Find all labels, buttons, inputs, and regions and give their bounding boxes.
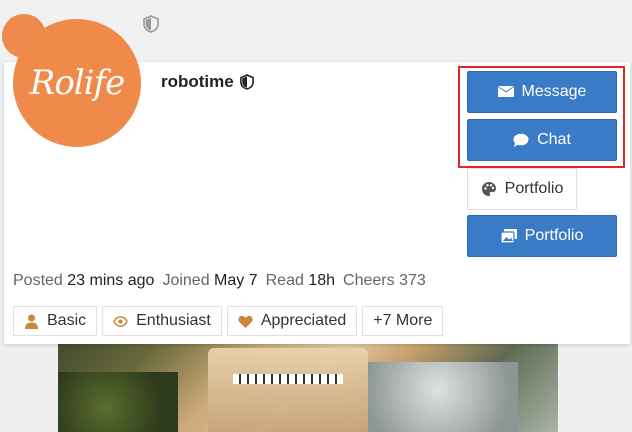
username[interactable]: robotime	[161, 72, 254, 92]
chat-button-label: Chat	[537, 131, 571, 148]
avatar[interactable]: Rolife	[13, 19, 141, 147]
stat-joined: Joined May 7	[162, 272, 258, 289]
avatar-logo-text: Rolife	[29, 63, 126, 103]
portfolio-button-label: Portfolio	[524, 227, 584, 244]
stat-read: Read 18h	[265, 272, 336, 289]
portfolio-link[interactable]: Portfolio	[467, 168, 577, 210]
badge-basic[interactable]: Basic	[13, 306, 98, 336]
badge-more[interactable]: +7 More	[362, 306, 444, 336]
eye-icon	[113, 315, 129, 327]
badge-label: Appreciated	[260, 312, 347, 329]
stat-posted: Posted 23 mins ago	[13, 272, 155, 289]
badge-appreciated[interactable]: Appreciated	[226, 306, 358, 336]
username-text: robotime	[161, 72, 234, 91]
palette-icon	[481, 182, 496, 196]
user-stats: Posted 23 mins ago Joined May 7 Read 18h…	[13, 272, 426, 290]
badge-label: Enthusiast	[136, 312, 211, 329]
background-shield-icon	[143, 15, 159, 33]
message-button[interactable]: Message	[467, 71, 617, 113]
user-icon	[25, 314, 38, 329]
chat-bubble-icon	[513, 133, 529, 147]
portfolio-button[interactable]: Portfolio	[467, 215, 617, 257]
badge-list: Basic Enthusiast Appreciated +7 More	[13, 306, 444, 336]
shield-icon	[239, 74, 254, 90]
portfolio-link-label: Portfolio	[504, 180, 564, 197]
badge-label: Basic	[47, 312, 87, 329]
message-button-label: Message	[521, 83, 587, 100]
envelope-icon	[497, 86, 514, 97]
badge-enthusiast[interactable]: Enthusiast	[102, 306, 222, 336]
gallery-icon	[500, 229, 517, 243]
badge-more-label: +7 More	[373, 312, 433, 329]
chat-button[interactable]: Chat	[467, 119, 617, 161]
heart-icon	[238, 315, 253, 328]
stat-cheers: Cheers 373	[343, 272, 426, 289]
post-photo	[58, 338, 558, 432]
